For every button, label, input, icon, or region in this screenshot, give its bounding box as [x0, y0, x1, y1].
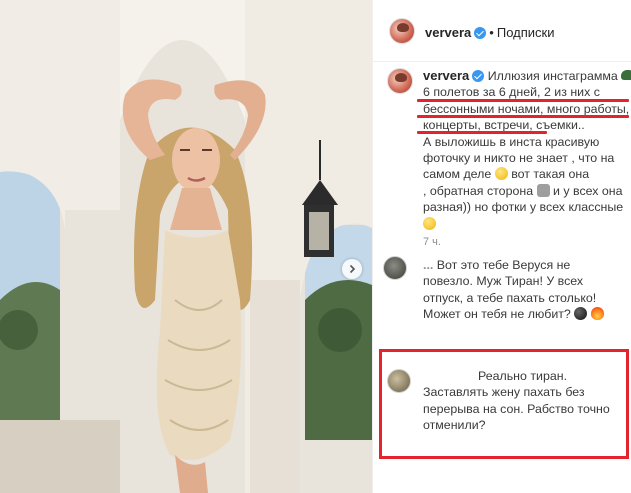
comment-line: ... Вот это тебе Веруся не: [423, 257, 604, 273]
verified-badge-icon: [472, 70, 485, 82]
comment-line: Реально тиран.: [423, 368, 610, 384]
comment-line: Может он тебя не любит?: [423, 306, 604, 322]
caption-text: и у всех она: [553, 183, 623, 198]
annotation-underline-3: [417, 131, 547, 134]
comment-text: Реально тиран.: [478, 369, 568, 383]
smiling-face-emoji-icon: [423, 216, 436, 230]
comment-line: перерыва на сон. Рабство точно: [423, 401, 610, 416]
post-header: ververa • Подписки: [373, 0, 631, 62]
comment-1: ... Вот это тебе Веруся не повезло. Муж …: [423, 257, 604, 323]
person-gesturing-emoji-icon: [536, 183, 550, 197]
bomb-emoji-icon: [574, 307, 588, 321]
caption-avatar[interactable]: [387, 68, 413, 94]
caption-text: Иллюзия инстаграмма: [487, 69, 618, 83]
caption-line-1: ververa Иллюзия инстаграмма: [423, 68, 631, 84]
caption-line-5: А выложишь в инста красивую: [423, 134, 600, 149]
commenter-avatar[interactable]: [383, 256, 407, 280]
airplane-emoji-icon: [621, 70, 631, 80]
grinning-face-emoji-icon: [494, 167, 508, 181]
chevron-right-icon: [349, 264, 356, 274]
comment-text: Может он тебя не любит?: [423, 307, 571, 322]
author-username[interactable]: ververa: [425, 25, 471, 40]
comment-2: Реально тиран. Заставлять жену пахать бе…: [423, 368, 610, 434]
comment-line: отпуск, а тебе пахать столько!: [423, 290, 597, 305]
post-timestamp[interactable]: 7 ч.: [423, 236, 441, 248]
caption-line-9: разная)) но фотки у всех классные: [423, 200, 624, 215]
author-avatar[interactable]: [389, 18, 415, 44]
verified-badge-icon: [474, 27, 487, 39]
annotation-underline-2: [417, 115, 629, 118]
comment-line: повезло. Муж Тиран! У всех: [423, 274, 584, 289]
author-line: ververa • Подписки: [425, 24, 554, 42]
caption-line-10: [423, 216, 629, 232]
caption-text: вот такая она: [511, 167, 590, 182]
post-side-panel: ververa • Подписки ververa Иллюзия инстагр…: [372, 0, 631, 493]
carousel-next-button[interactable]: [342, 259, 362, 279]
caption-text: самом деле: [423, 167, 492, 182]
separator-dot: •: [489, 25, 494, 40]
caption-text: , обратная сторона: [423, 183, 534, 198]
post-caption: ververa Иллюзия инстаграмма 6 полетов за…: [423, 68, 631, 232]
post-photo[interactable]: [0, 0, 372, 493]
commenter-avatar[interactable]: [387, 369, 411, 393]
caption-line-6: фоточку и никто не знает , что на: [423, 151, 615, 166]
comment-text: Вот это тебе Веруся не: [436, 258, 571, 272]
photo-illustration: [0, 0, 372, 493]
annotation-underline-1: [417, 99, 629, 102]
caption-line-7: самом деле вот такая она: [423, 166, 629, 182]
comment-username[interactable]: ...: [423, 258, 433, 272]
following-button[interactable]: Подписки: [497, 25, 555, 40]
caption-line-8: , обратная сторона и у всех она: [423, 183, 629, 199]
fire-emoji-icon: [590, 307, 604, 321]
comment-line: Заставлять жену пахать без: [423, 385, 585, 400]
comment-line: отменили?: [423, 418, 486, 433]
caption-username[interactable]: ververa: [423, 68, 469, 83]
